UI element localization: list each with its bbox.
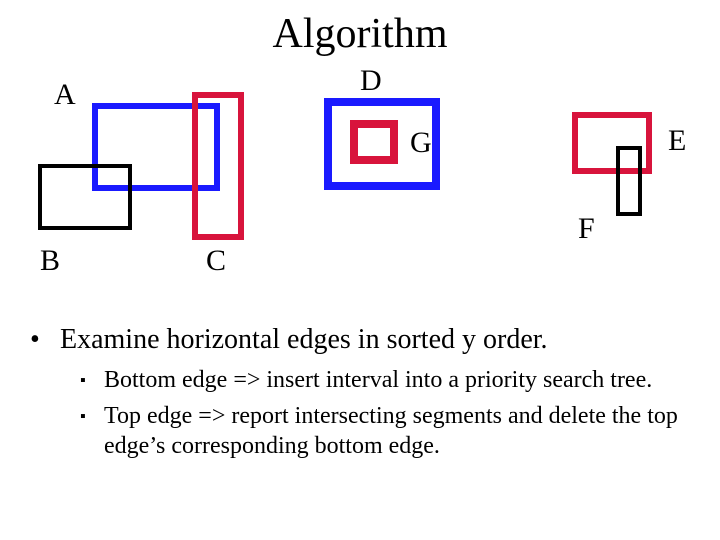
bullet-text-sub-0: Bottom edge => insert interval into a pr…: [104, 365, 652, 395]
bullet-marker-lvl2: ▪: [80, 365, 104, 395]
bullet-lvl2-0: ▪ Bottom edge => insert interval into a …: [80, 365, 690, 395]
label-D: D: [360, 64, 382, 98]
label-G: G: [410, 126, 432, 160]
rect-C: [192, 92, 244, 240]
label-C: C: [206, 244, 226, 278]
bullet-lvl1: • Examine horizontal edges in sorted y o…: [30, 322, 690, 357]
bullet-marker-lvl2: ▪: [80, 401, 104, 461]
slide-title: Algorithm: [0, 10, 720, 58]
label-B: B: [40, 244, 60, 278]
bullet-lvl2-1: ▪ Top edge => report intersecting segmen…: [80, 401, 690, 461]
bullet-marker-lvl1: •: [30, 322, 60, 357]
bullet-text-sub-1: Top edge => report intersecting segments…: [104, 401, 690, 461]
rect-G: [350, 120, 398, 164]
label-E: E: [668, 124, 686, 158]
rect-B: [38, 164, 132, 230]
rect-F: [616, 146, 642, 216]
bullet-text-top: Examine horizontal edges in sorted y ord…: [60, 322, 548, 357]
bullet-list: • Examine horizontal edges in sorted y o…: [30, 322, 690, 467]
algorithm-diagram: A B C D G E F: [0, 60, 720, 300]
label-F: F: [578, 212, 595, 246]
label-A: A: [54, 78, 76, 112]
